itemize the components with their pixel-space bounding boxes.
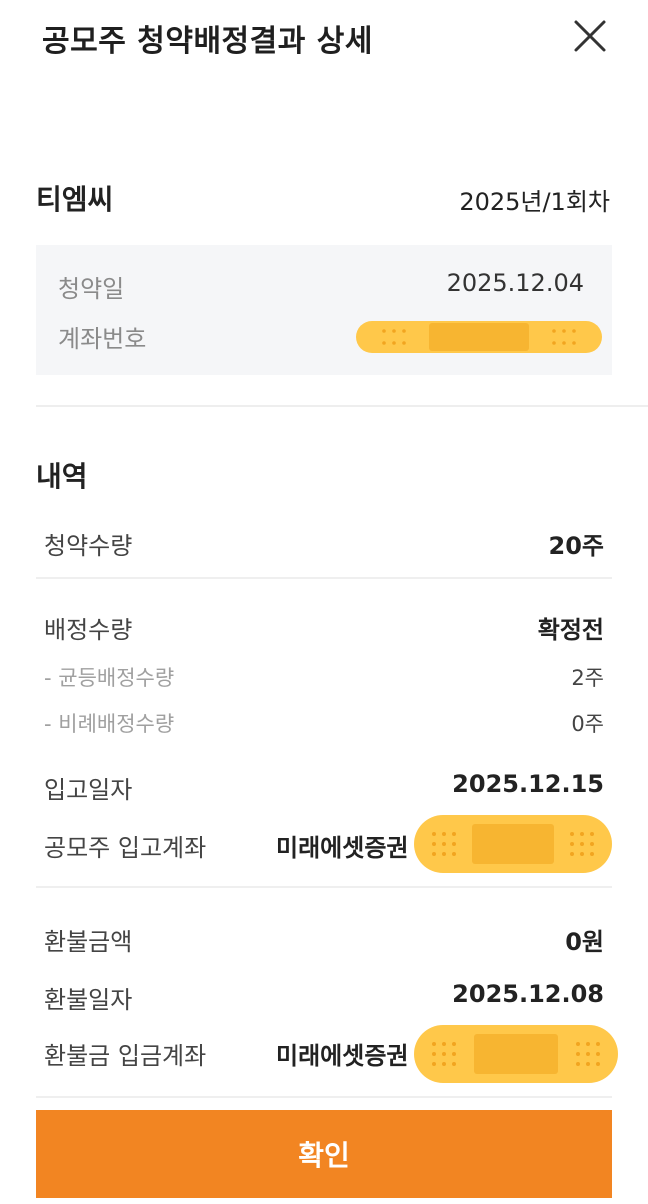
account-number-label: 계좌번호	[58, 325, 147, 353]
deposit-date-value: 2025.12.15	[452, 770, 604, 798]
company-name: 티엠씨	[36, 183, 114, 216]
refund-amount-value: 0원	[565, 928, 604, 956]
close-button[interactable]	[568, 14, 612, 58]
deposit-date-label: 입고일자	[44, 776, 133, 804]
deposit-account-broker: 미래에셋증권	[276, 834, 409, 862]
refund-date-label: 환불일자	[44, 986, 133, 1014]
row-divider	[36, 886, 612, 888]
redaction-bandage-icon	[356, 321, 602, 353]
proportional-qty-label: - 비례배정수량	[44, 712, 175, 736]
row-divider	[36, 1096, 612, 1098]
proportional-qty-value: 0주	[571, 712, 604, 736]
section-divider	[36, 405, 648, 407]
round-label: 2025년/1회차	[459, 188, 610, 216]
allotted-qty-value: 확정전	[537, 616, 604, 644]
redaction-bandage-icon	[414, 1025, 618, 1083]
subscription-date-value: 2025.12.04	[446, 269, 584, 297]
details-title: 내역	[36, 460, 88, 493]
allotted-qty-label: 배정수량	[44, 616, 133, 644]
subscribed-qty-label: 청약수량	[44, 532, 133, 560]
redaction-bandage-icon	[414, 815, 612, 873]
subscribed-qty-value: 20주	[548, 532, 604, 560]
deposit-account-label: 공모주 입고계좌	[44, 834, 207, 862]
row-divider	[36, 577, 612, 579]
page-title: 공모주 청약배정결과 상세	[42, 24, 373, 59]
refund-date-value: 2025.12.08	[452, 980, 604, 1008]
confirm-button[interactable]: 확인	[36, 1110, 612, 1198]
info-box: 청약일 2025.12.04 계좌번호	[36, 245, 612, 375]
refund-account-broker: 미래에셋증권	[276, 1042, 409, 1070]
refund-amount-label: 환불금액	[44, 928, 133, 956]
subscription-date-label: 청약일	[58, 275, 125, 303]
equal-qty-label: - 균등배정수량	[44, 666, 175, 690]
equal-qty-value: 2주	[571, 666, 604, 690]
close-icon	[574, 20, 606, 52]
refund-account-label: 환불금 입금계좌	[44, 1042, 207, 1070]
